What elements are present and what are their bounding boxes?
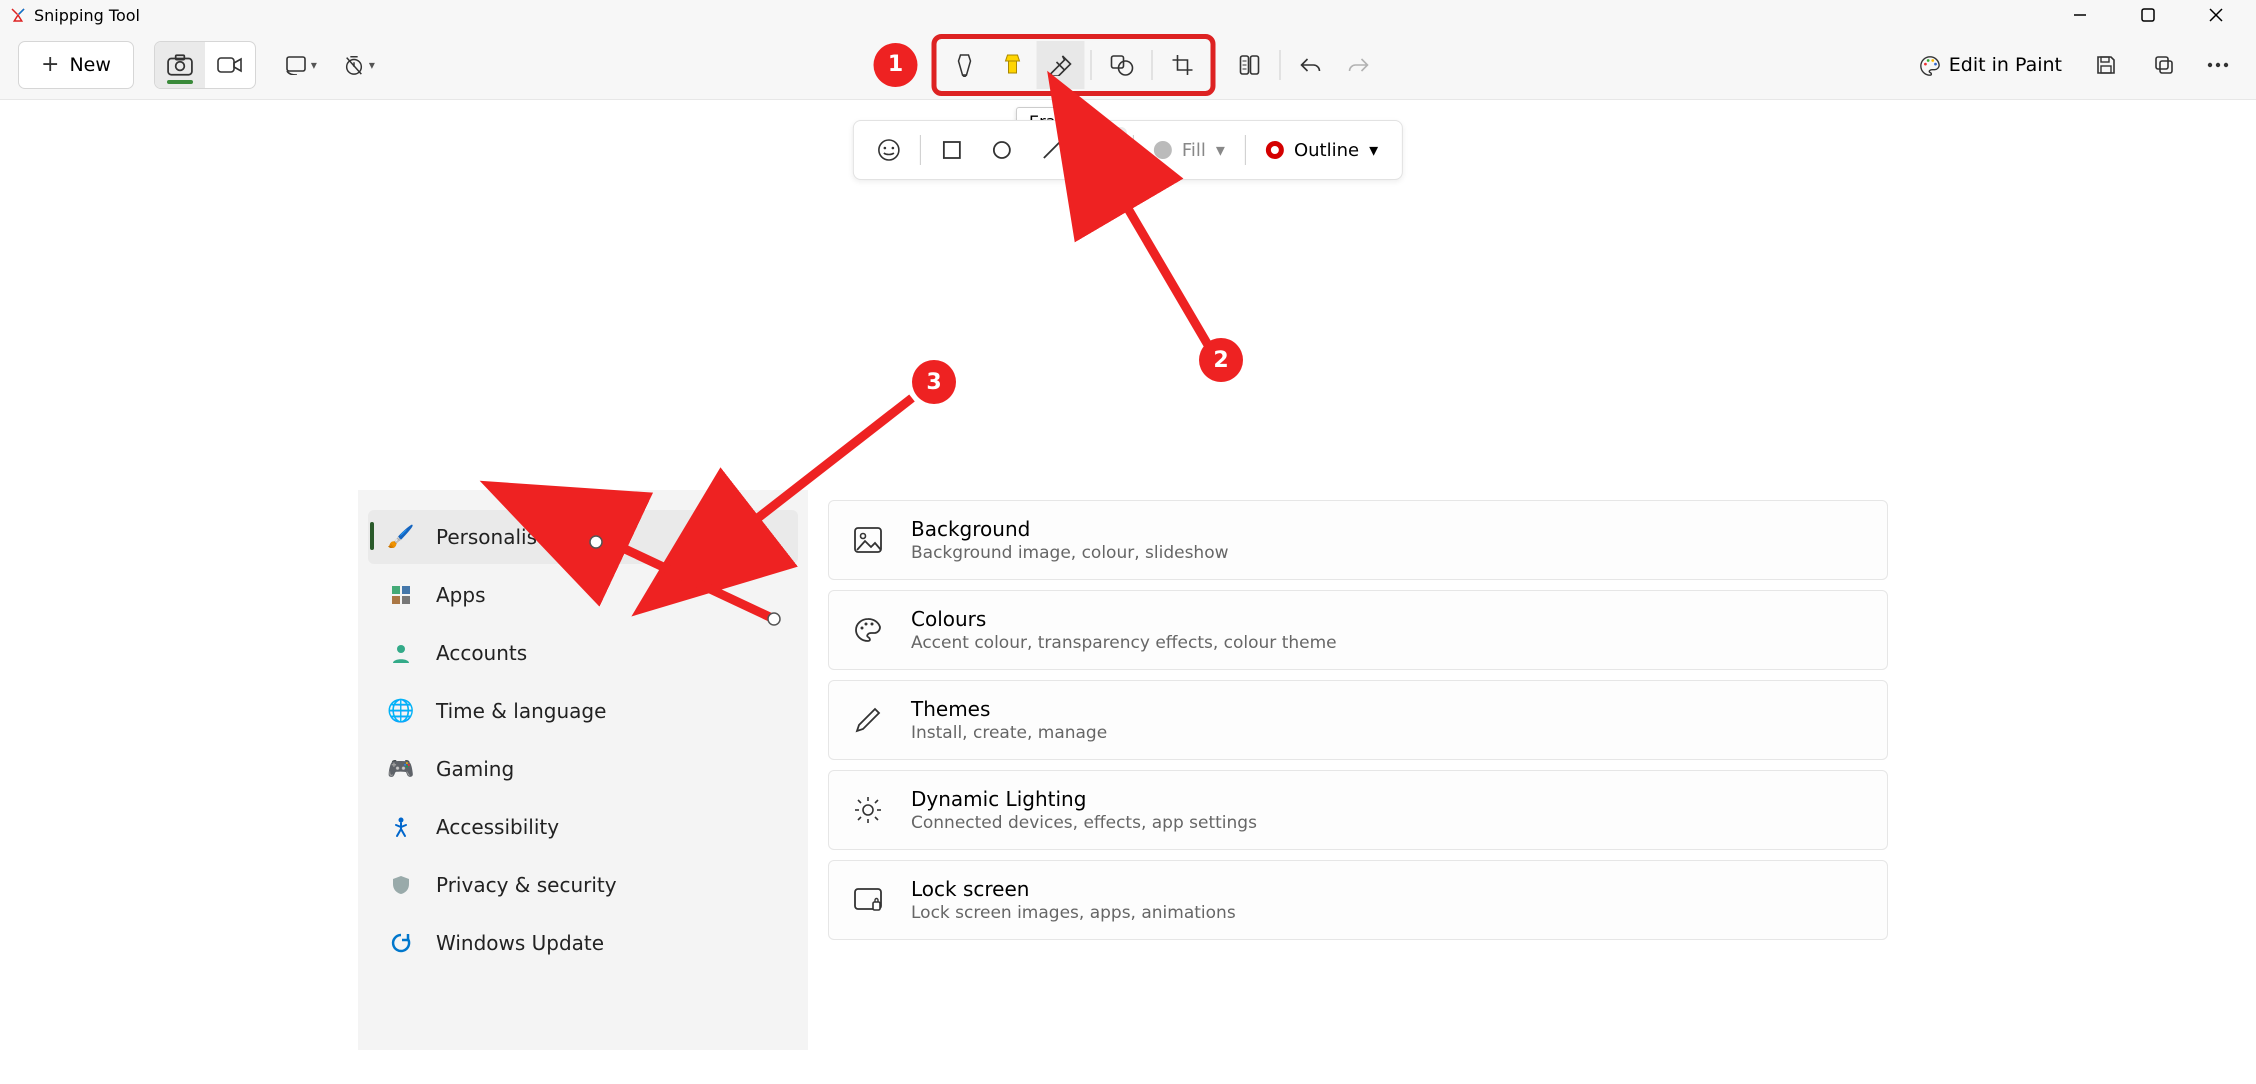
sidebar-item-label: Windows Update bbox=[436, 931, 604, 955]
minimize-button[interactable] bbox=[2060, 0, 2100, 30]
shape-toolbar: Fill ▾ Outline ▾ bbox=[853, 120, 1403, 180]
shapes-tool-button[interactable] bbox=[1098, 41, 1146, 89]
brush-icon: 🖌️ bbox=[388, 524, 414, 550]
apps-icon bbox=[388, 582, 414, 608]
chevron-down-icon: ▾ bbox=[1369, 140, 1378, 161]
app-title: Snipping Tool bbox=[34, 6, 140, 25]
chevron-down-icon: ▾ bbox=[311, 58, 317, 72]
card-subtitle: Install, create, manage bbox=[911, 723, 1107, 743]
main-toolbar: + New ▾ ▾ 1 bbox=[0, 30, 2256, 100]
update-icon bbox=[388, 930, 414, 956]
maximize-button[interactable] bbox=[2128, 0, 2168, 30]
card-subtitle: Accent colour, transparency effects, col… bbox=[911, 633, 1337, 653]
redo-button[interactable] bbox=[1335, 41, 1383, 89]
settings-card-themes[interactable]: Themes Install, create, manage bbox=[828, 680, 1888, 760]
light-icon bbox=[851, 793, 885, 827]
title-bar: Snipping Tool bbox=[0, 0, 2256, 30]
edit-in-paint-label: Edit in Paint bbox=[1949, 54, 2062, 76]
ruler-tool-button[interactable] bbox=[1226, 41, 1274, 89]
fill-button[interactable]: Fill ▾ bbox=[1140, 127, 1239, 173]
highlighter-tool-button[interactable] bbox=[989, 41, 1037, 89]
new-button-label: New bbox=[69, 54, 110, 76]
gamepad-icon: 🎮 bbox=[388, 756, 414, 782]
close-button[interactable] bbox=[2196, 0, 2236, 30]
sidebar-item-time-language[interactable]: 🌐 Time & language bbox=[368, 684, 798, 738]
video-mode-button[interactable] bbox=[205, 42, 255, 88]
sidebar-item-personalisation[interactable]: 🖌️ Personalisation bbox=[368, 510, 798, 564]
save-button[interactable] bbox=[2082, 41, 2130, 89]
shield-icon bbox=[388, 872, 414, 898]
card-title: Colours bbox=[911, 607, 1337, 631]
palette-icon bbox=[851, 613, 885, 647]
sidebar-item-label: Accounts bbox=[436, 641, 527, 665]
person-icon bbox=[388, 640, 414, 666]
palette-icon bbox=[1919, 55, 1939, 75]
app-icon bbox=[8, 5, 28, 25]
circle-shape-button[interactable] bbox=[977, 127, 1027, 173]
copy-button[interactable] bbox=[2140, 41, 2188, 89]
card-subtitle: Connected devices, effects, app settings bbox=[911, 813, 1257, 833]
fill-label: Fill bbox=[1182, 140, 1206, 161]
right-toolbar: Edit in Paint bbox=[1909, 41, 2238, 89]
sidebar-item-label: Gaming bbox=[436, 757, 514, 781]
outline-label: Outline bbox=[1294, 140, 1359, 161]
rectangle-shape-button[interactable] bbox=[927, 127, 977, 173]
delay-button[interactable]: ▾ bbox=[330, 41, 388, 89]
window-controls bbox=[2060, 0, 2254, 30]
more-button[interactable] bbox=[2198, 41, 2238, 89]
sidebar-item-accounts[interactable]: Accounts bbox=[368, 626, 798, 680]
fill-swatch-icon bbox=[1154, 141, 1172, 159]
card-title: Themes bbox=[911, 697, 1107, 721]
pencil-icon bbox=[851, 703, 885, 737]
card-title: Dynamic Lighting bbox=[911, 787, 1257, 811]
sidebar-item-label: Apps bbox=[436, 583, 486, 607]
sidebar-item-windows-update[interactable]: Windows Update bbox=[368, 916, 798, 970]
settings-card-dynamic-lighting[interactable]: Dynamic Lighting Connected devices, effe… bbox=[828, 770, 1888, 850]
sidebar-item-gaming[interactable]: 🎮 Gaming bbox=[368, 742, 798, 796]
sidebar-item-apps[interactable]: Apps bbox=[368, 568, 798, 622]
card-subtitle: Background image, colour, slideshow bbox=[911, 543, 1229, 563]
highlighted-tools-box bbox=[932, 34, 1216, 96]
settings-card-background[interactable]: Background Background image, colour, sli… bbox=[828, 500, 1888, 580]
card-subtitle: Lock screen images, apps, animations bbox=[911, 903, 1236, 923]
outline-swatch-icon bbox=[1266, 141, 1284, 159]
annotation-badge-2: 2 bbox=[1199, 338, 1243, 382]
settings-card-colours[interactable]: Colours Accent colour, transparency effe… bbox=[828, 590, 1888, 670]
undo-button[interactable] bbox=[1287, 41, 1335, 89]
line-shape-button[interactable] bbox=[1027, 127, 1077, 173]
card-title: Lock screen bbox=[911, 877, 1236, 901]
chevron-down-icon: ▾ bbox=[1216, 140, 1225, 161]
arrow-shape-button[interactable] bbox=[1077, 127, 1127, 173]
sidebar-item-label: Time & language bbox=[436, 699, 606, 723]
outline-button[interactable]: Outline ▾ bbox=[1252, 127, 1392, 173]
settings-screenshot: 🖌️ Personalisation Apps Accounts 🌐 Time … bbox=[358, 490, 1888, 1050]
globe-icon: 🌐 bbox=[388, 698, 414, 724]
annotation-badge-3: 3 bbox=[912, 360, 956, 404]
new-button[interactable]: + New bbox=[18, 41, 134, 89]
image-icon bbox=[851, 523, 885, 557]
lock-screen-icon bbox=[851, 883, 885, 917]
settings-card-lock-screen[interactable]: Lock screen Lock screen images, apps, an… bbox=[828, 860, 1888, 940]
plus-icon: + bbox=[41, 52, 59, 77]
settings-main: Background Background image, colour, sli… bbox=[808, 490, 1888, 1050]
sidebar-item-privacy[interactable]: Privacy & security bbox=[368, 858, 798, 912]
photo-mode-button[interactable] bbox=[155, 42, 205, 88]
crop-tool-button[interactable] bbox=[1159, 41, 1207, 89]
markup-tools: 1 bbox=[874, 34, 1383, 96]
accessibility-icon bbox=[388, 814, 414, 840]
pen-tool-button[interactable] bbox=[941, 41, 989, 89]
sidebar-item-accessibility[interactable]: Accessibility bbox=[368, 800, 798, 854]
settings-sidebar: 🖌️ Personalisation Apps Accounts 🌐 Time … bbox=[358, 490, 808, 1050]
edit-in-paint-button[interactable]: Edit in Paint bbox=[1909, 54, 2072, 76]
snip-shape-button[interactable]: ▾ bbox=[272, 41, 330, 89]
sidebar-item-label: Personalisation bbox=[436, 525, 588, 549]
capture-mode-group bbox=[154, 41, 256, 89]
sidebar-item-label: Accessibility bbox=[436, 815, 559, 839]
card-title: Background bbox=[911, 517, 1229, 541]
eraser-tool-button[interactable] bbox=[1037, 41, 1085, 89]
annotation-badge-1: 1 bbox=[874, 43, 918, 87]
sidebar-item-label: Privacy & security bbox=[436, 873, 617, 897]
emoji-shape-button[interactable] bbox=[864, 127, 914, 173]
chevron-down-icon: ▾ bbox=[369, 58, 375, 72]
